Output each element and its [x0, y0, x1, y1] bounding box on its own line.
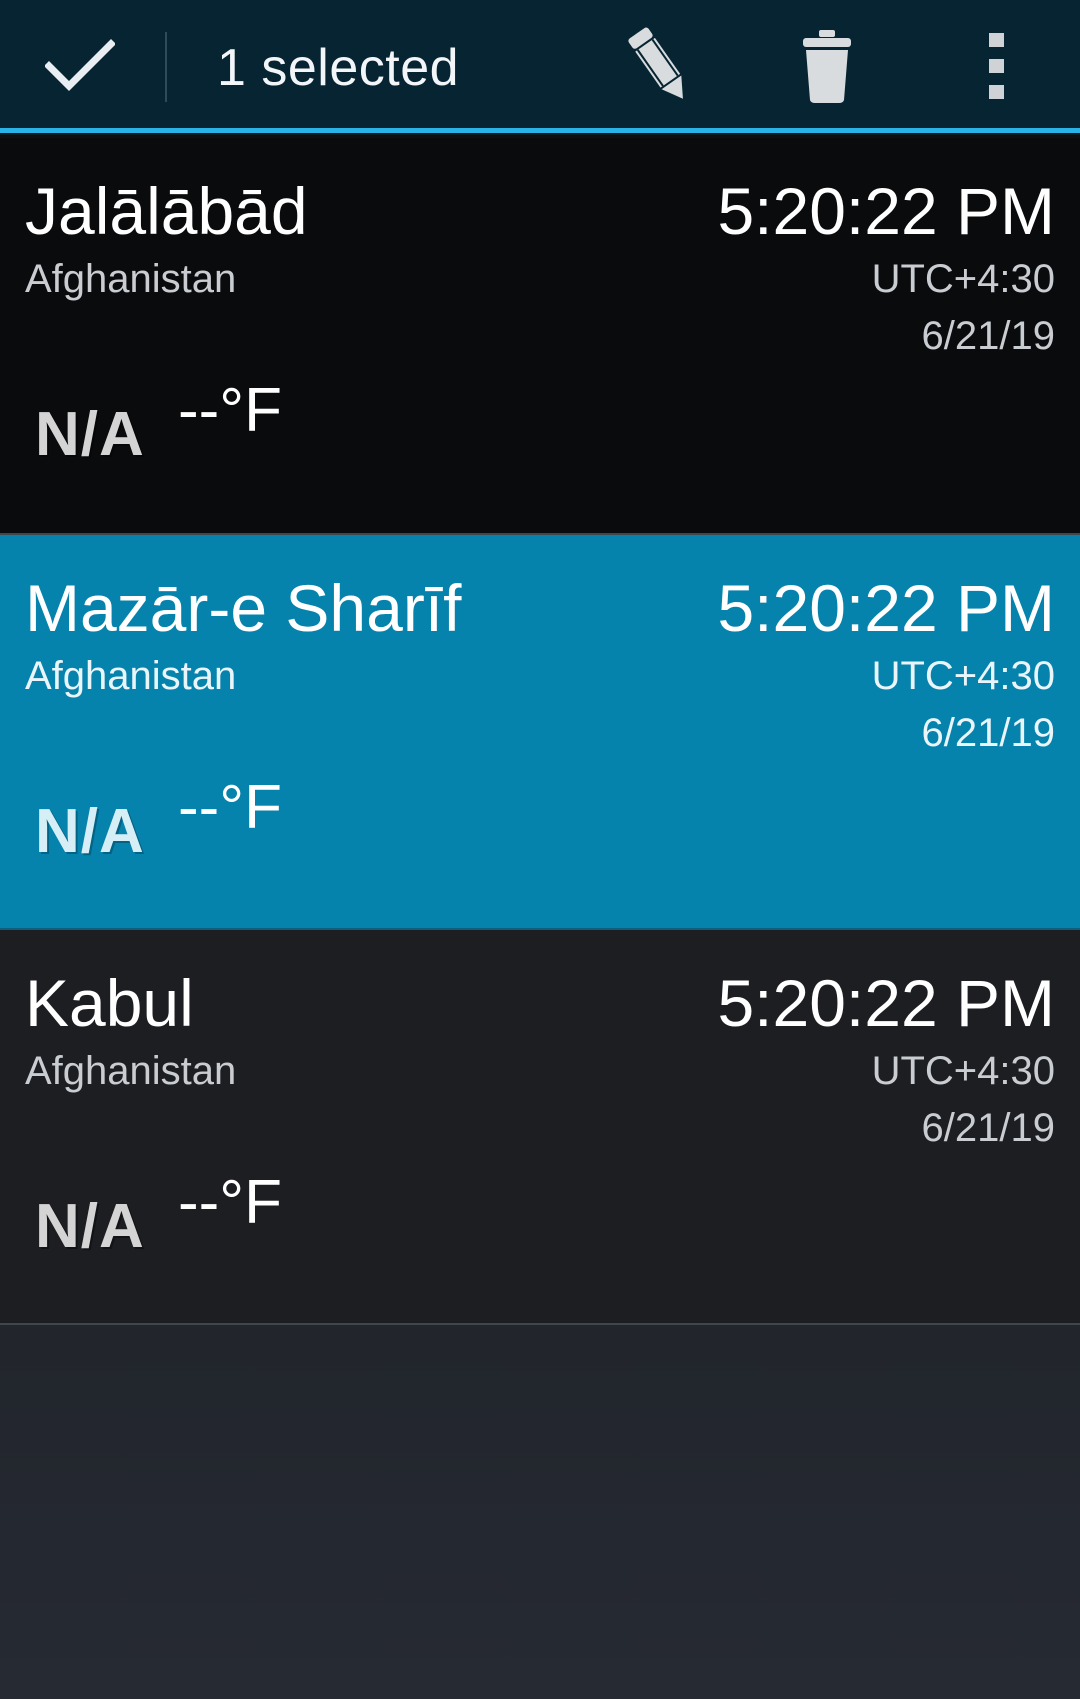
local-date: 6/21/19: [921, 1106, 1055, 1150]
country-name: Afghanistan: [25, 257, 237, 301]
local-time: 5:20:22 PM: [717, 966, 1055, 1040]
temperature: --°F: [178, 773, 282, 842]
utc-offset: UTC+4:30: [871, 257, 1055, 301]
country-name: Afghanistan: [25, 654, 237, 698]
overflow-menu-icon: [985, 31, 1009, 106]
edit-button[interactable]: [610, 18, 710, 118]
selection-count-label: 1 selected: [217, 39, 460, 97]
temperature: --°F: [178, 376, 282, 445]
delete-button[interactable]: [777, 18, 877, 118]
temperature: --°F: [178, 1168, 282, 1237]
local-time: 5:20:22 PM: [717, 174, 1055, 248]
city-name: Jalālābād: [25, 174, 308, 248]
world-clock-list: Jalālābād Afghanistan 5:20:22 PM UTC+4:3…: [0, 138, 1080, 1325]
utc-offset: UTC+4:30: [871, 654, 1055, 698]
local-date: 6/21/19: [921, 711, 1055, 755]
country-name: Afghanistan: [25, 1049, 237, 1093]
more-options-button[interactable]: [947, 18, 1047, 118]
local-time: 5:20:22 PM: [717, 571, 1055, 645]
pencil-icon: [618, 24, 702, 113]
weather-unavailable-icon: N/A: [35, 400, 145, 469]
list-item[interactable]: Jalālābād Afghanistan 5:20:22 PM UTC+4:3…: [0, 138, 1080, 535]
action-bar-divider: [165, 32, 167, 102]
action-bar-accent-line: [0, 128, 1080, 133]
list-item-selected[interactable]: Mazār-e Sharīf Afghanistan 5:20:22 PM UT…: [0, 535, 1080, 930]
contextual-action-bar: 1 selected: [0, 0, 1080, 133]
trash-icon: [797, 28, 857, 109]
checkmark-icon: [44, 38, 116, 99]
done-button[interactable]: [30, 18, 130, 118]
city-name: Kabul: [25, 966, 194, 1040]
weather-unavailable-icon: N/A: [35, 797, 145, 866]
local-date: 6/21/19: [921, 314, 1055, 358]
weather-unavailable-icon: N/A: [35, 1192, 145, 1261]
utc-offset: UTC+4:30: [871, 1049, 1055, 1093]
city-name: Mazār-e Sharīf: [25, 571, 462, 645]
list-item[interactable]: Kabul Afghanistan 5:20:22 PM UTC+4:30 6/…: [0, 930, 1080, 1325]
